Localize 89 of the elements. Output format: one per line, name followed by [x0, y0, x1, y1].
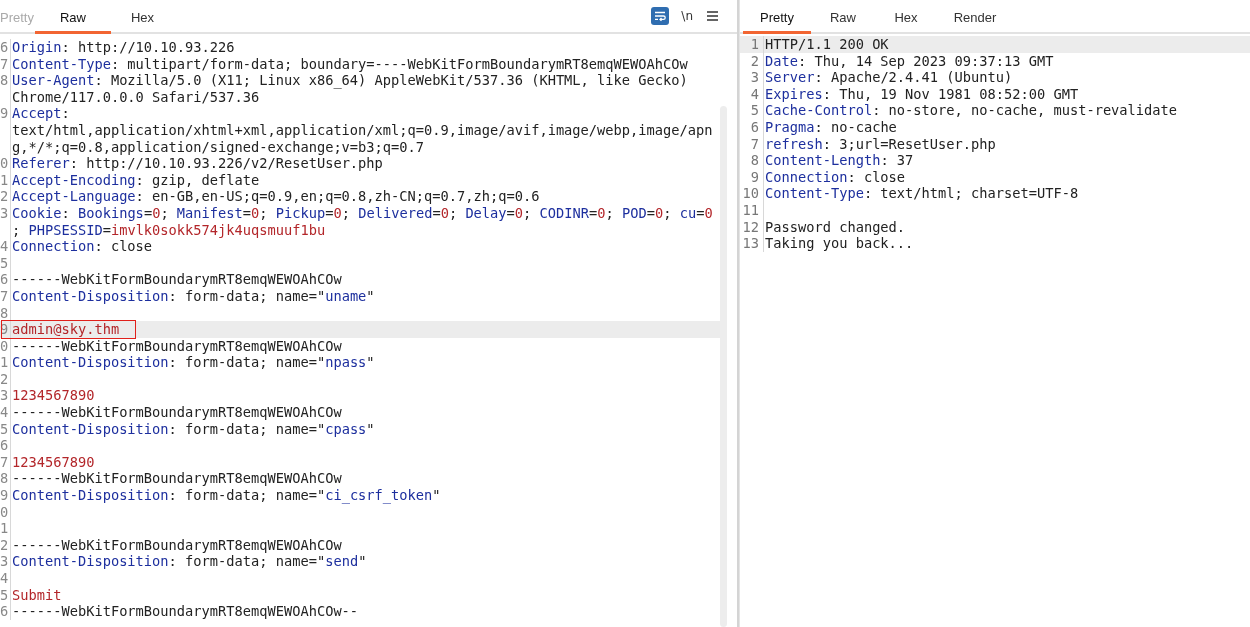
line-number: 6 — [0, 39, 11, 56]
code-line: Content-Type: text/html; charset=UTF-8 — [765, 185, 1079, 202]
line-number: 7 — [0, 287, 11, 305]
line-number: 6 — [0, 271, 11, 288]
code-line: ------WebKitFormBoundarymRT8emqWEWOAhCOw — [12, 337, 342, 355]
line-number: 12 — [740, 218, 764, 236]
code-line: Accept: — [12, 105, 70, 122]
code-line: Accept-Encoding: gzip, deflate — [12, 171, 260, 189]
line-number: 1 — [740, 36, 764, 53]
wrap-toggle-button[interactable] — [651, 7, 670, 25]
code-line: text/html,application/xhtml+xml,application/xml;q=0.9,image/avif,image/webp,image/apn — [12, 121, 713, 139]
line-number: 0 — [0, 337, 11, 355]
line-number: 0 — [0, 155, 11, 172]
code-line: Expires: Thu, 19 Nov 1981 08:52:00 GMT — [765, 85, 1079, 103]
line-number: 11 — [740, 201, 764, 219]
code-line: Pragma: no-cache — [765, 118, 897, 136]
code-line: Origin: http://10.10.93.226 — [12, 39, 235, 56]
view-tab[interactable]: Render — [938, 0, 1012, 34]
line-number: 4 — [0, 238, 11, 255]
code-line: ; PHPSESSID=imvlk0sokk574jk4uqsmuuf1bu — [12, 221, 326, 239]
line-number: 4 — [0, 404, 11, 421]
line-number: 5 — [0, 586, 11, 604]
code-line: Taking you back... — [765, 235, 914, 252]
code-line: Content-Disposition: form-data; name="npass" — [12, 354, 375, 371]
line-number: 4 — [0, 570, 11, 587]
line-number: 7 — [740, 135, 764, 153]
code-line: Accept-Language: en-GB,en-US;q=0.9,en;q=0.8,zh-CN;q=0.7,zh;q=0.6 — [12, 188, 540, 205]
code-line: Content-Disposition: form-data; name="cpass" — [12, 420, 375, 438]
code-line: Referer: http://10.10.93.226/v2/ResetUser.php — [12, 155, 383, 172]
line-number: 9 — [0, 105, 11, 122]
line-number: 6 — [0, 437, 11, 454]
line-number: 13 — [740, 235, 764, 252]
line-number: 8 — [0, 72, 11, 89]
code-line: ------WebKitFormBoundarymRT8emqWEWOAhCOw — [12, 271, 342, 288]
line-number: 7 — [0, 453, 11, 471]
code-line: Content-Length: 37 — [765, 152, 914, 169]
code-line: 1234567890 — [12, 453, 95, 471]
code-line: Cache-Control: no-store, no-cache, must-revalidate — [765, 102, 1178, 119]
code-line: Content-Type: multipart/form-data; boundary=----WebKitFormBoundarymRT8emqWEWOAhCOw — [12, 55, 688, 73]
code-line: Server: Apache/2.4.41 (Ubuntu) — [765, 69, 1013, 86]
line-number: 6 — [0, 603, 11, 620]
code-line: refresh: 3;url=ResetUser.php — [765, 135, 996, 153]
code-line: 1234567890 — [12, 387, 95, 405]
view-tab[interactable]: Hex — [112, 0, 173, 34]
line-number: 9 — [0, 487, 11, 504]
line-number: 4 — [740, 85, 764, 103]
line-number: 6 — [740, 118, 764, 136]
line-number: 10 — [740, 185, 764, 202]
line-number: 3 — [0, 553, 11, 570]
code-line: Password changed. — [765, 218, 906, 236]
code-line: ------WebKitFormBoundarymRT8emqWEWOAhCOw-- — [12, 603, 359, 620]
line-number: 2 — [740, 52, 764, 70]
view-tab[interactable]: Raw — [35, 0, 111, 34]
line-number: 1 — [0, 354, 11, 371]
line-number: 5 — [0, 420, 11, 438]
code-line: Content-Disposition: form-data; name="uname" — [12, 287, 375, 305]
code-line: Submit — [12, 586, 62, 604]
view-tab[interactable]: Hex — [875, 0, 937, 34]
code-line: ------WebKitFormBoundarymRT8emqWEWOAhCOw — [12, 536, 342, 554]
line-number: 9 — [740, 168, 764, 186]
code-line: g,*/*;q=0.8,application/signed-exchange;v=b3;q=0.7 — [12, 138, 425, 156]
line-number: 8 — [740, 152, 764, 169]
code-line: Content-Disposition: form-data; name="send" — [12, 553, 367, 570]
view-tab[interactable]: Raw — [812, 0, 874, 34]
line-number: 7 — [0, 55, 11, 73]
code-line: ------WebKitFormBoundarymRT8emqWEWOAhCOw — [12, 470, 342, 488]
menu-icon[interactable] — [707, 11, 718, 21]
code-line: HTTP/1.1 200 OK — [765, 36, 889, 53]
line-number: 3 — [740, 69, 764, 86]
line-number: 1 — [0, 520, 11, 537]
code-line: User-Agent: Mozilla/5.0 (X11; Linux x86_64) AppleWebKit/537.36 (KHTML, like Gecko) — [12, 72, 688, 89]
line-number: 1 — [0, 171, 11, 189]
code-line: Date: Thu, 14 Sep 2023 09:37:13 GMT — [765, 52, 1054, 70]
newline-toggle[interactable]: \n — [681, 9, 693, 23]
code-line: ------WebKitFormBoundarymRT8emqWEWOAhCOw — [12, 404, 342, 421]
line-number: 0 — [0, 503, 11, 521]
line-number: 3 — [0, 387, 11, 405]
code-line: Content-Disposition: form-data; name="ci_csrf_token" — [12, 487, 441, 504]
line-number: 2 — [0, 370, 11, 388]
code-line: Connection: close — [12, 238, 153, 255]
line-number: 8 — [0, 470, 11, 488]
code-line: Connection: close — [765, 168, 906, 186]
code-line: Chrome/117.0.0.0 Safari/537.36 — [12, 88, 260, 106]
line-number: 2 — [0, 188, 11, 205]
line-number: 3 — [0, 204, 11, 222]
code-line: Cookie: Bookings=0; Manifest=0; Pickup=0; Delivered=0; Delay=0; CODINR=0; POD=0; cu=0 — [12, 204, 713, 222]
line-number: 5 — [740, 102, 764, 119]
line-number: 5 — [0, 254, 11, 272]
line-number: 2 — [0, 536, 11, 554]
